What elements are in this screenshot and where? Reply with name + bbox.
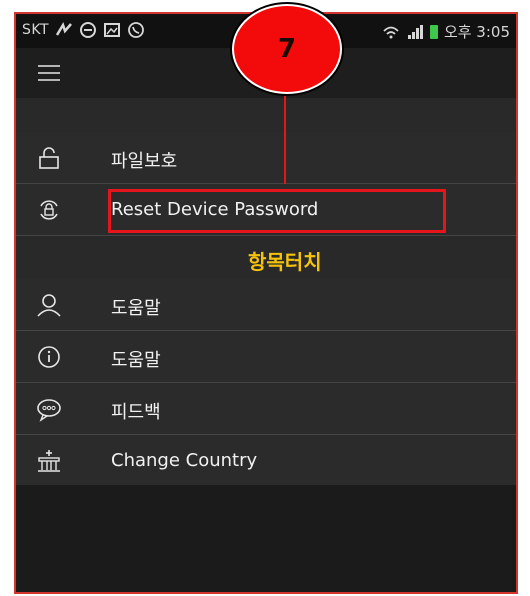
menu-section-spacer xyxy=(16,98,516,132)
callout-line xyxy=(284,88,286,184)
info-icon xyxy=(36,344,62,370)
hamburger-menu-icon[interactable] xyxy=(38,62,60,82)
building-icon xyxy=(36,448,62,474)
image-icon xyxy=(103,21,121,39)
menu-item-help-account[interactable]: 도움말 xyxy=(16,279,516,331)
menu-item-file-protection[interactable]: 파일보호 xyxy=(16,132,516,184)
menu-item-label: 도움말 xyxy=(111,298,161,319)
status-left-group: SKT xyxy=(22,21,145,39)
status-right-group: 오후 3:05 xyxy=(382,21,510,42)
menu-item-label: 파일보호 xyxy=(111,151,178,172)
menu-item-change-country[interactable]: Change Country xyxy=(16,435,516,487)
usb-icon xyxy=(55,21,73,39)
call-icon xyxy=(127,21,145,39)
instruction-label: 항목터치 xyxy=(248,250,322,274)
empty-drawer-area xyxy=(16,485,516,592)
minus-circle-icon xyxy=(79,21,97,39)
battery-icon xyxy=(429,24,438,39)
menu-item-label: 도움말 xyxy=(111,350,161,371)
signal-icon xyxy=(406,23,424,41)
phone-screen: SKT 오후 3:05 파일보호 Reset Device Password 도… xyxy=(14,12,518,594)
menu-item-help-info[interactable]: 도움말 xyxy=(16,331,516,383)
step-number: 7 xyxy=(277,34,297,64)
menu-item-feedback[interactable]: 피드백 xyxy=(16,383,516,435)
menu-item-label: Change Country xyxy=(111,450,258,471)
status-time: 오후 3:05 xyxy=(443,23,510,41)
step-number-badge: 7 xyxy=(232,4,342,94)
person-icon xyxy=(36,292,62,318)
menu-item-label: 피드백 xyxy=(111,402,161,423)
chat-icon xyxy=(36,396,62,422)
menu-item-reset-device-password[interactable]: Reset Device Password xyxy=(16,184,516,236)
carrier-label: SKT xyxy=(22,22,50,38)
reset-lock-icon xyxy=(36,197,62,223)
menu-item-label: Reset Device Password xyxy=(111,199,319,220)
wifi-icon xyxy=(382,23,400,41)
lock-icon xyxy=(36,145,62,171)
